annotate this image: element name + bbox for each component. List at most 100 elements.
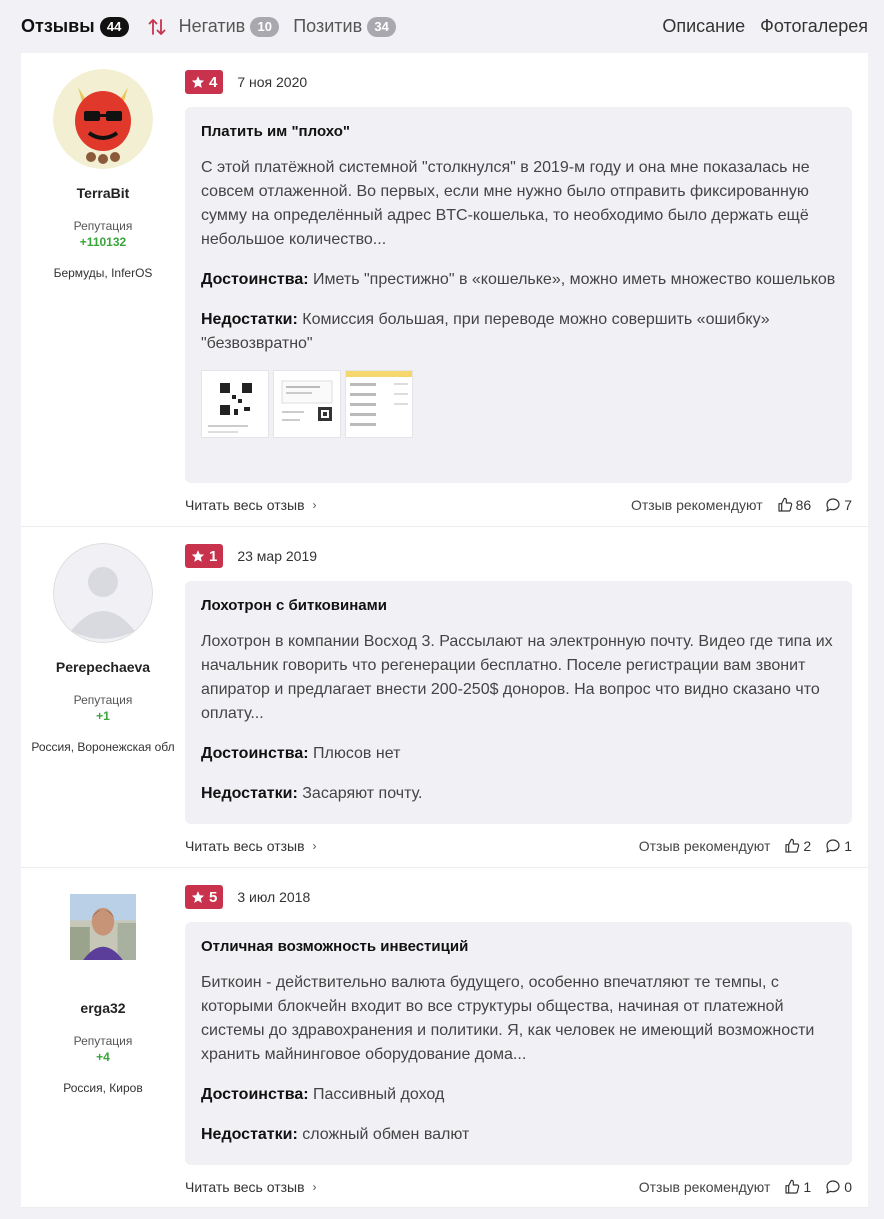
tab-negative[interactable]: Негатив 10: [179, 16, 280, 37]
reputation-label: Репутация: [73, 1034, 133, 1048]
tab-positive-label: Позитив: [293, 16, 363, 36]
reputation-value: +1: [96, 709, 110, 723]
like-count: 86: [795, 497, 812, 513]
cons-text: сложный обмен валют: [302, 1126, 470, 1143]
review-title[interactable]: Отличная возможность инвестиций: [201, 938, 836, 955]
chevron-right-icon: ›: [312, 839, 317, 853]
avatar[interactable]: [53, 69, 153, 169]
review-card[interactable]: Лохотрон с битковинами Лохотрон в компан…: [185, 581, 852, 824]
read-more-link[interactable]: Читать весь отзыв ›: [185, 838, 317, 854]
author-location: Россия, Киров: [63, 1081, 143, 1095]
review-cons: Недостатки: Комиссия большая, при перево…: [201, 308, 836, 356]
thumbs-up-icon: [778, 497, 792, 512]
review-author: ergа32 Репутация +4 Россия, Киров: [21, 868, 185, 1207]
review-text: Лохотрон в компании Восход 3. Рассылают …: [201, 633, 833, 722]
chevron-right-icon: ›: [312, 1180, 317, 1194]
photo-thumbnail[interactable]: [345, 370, 413, 438]
tab-negative-label: Негатив: [178, 16, 246, 36]
review-cons: Недостатки: Засаряют почту.: [201, 782, 836, 806]
recommend-label: Отзыв рекомендуют: [638, 838, 771, 854]
reviews-tabbar: Отзывы 44 Негатив 10 Позитив 34 Описание…: [0, 0, 884, 53]
read-more-link[interactable]: Читать весь отзыв ›: [185, 497, 317, 513]
review-cons: Недостатки: сложный обмен валют: [201, 1123, 836, 1147]
read-more-label: Читать весь отзыв: [185, 497, 305, 513]
pros-label: Достоинства:: [201, 271, 309, 288]
comments-button[interactable]: 0: [825, 1179, 852, 1195]
review-item: ergа32 Репутация +4 Россия, Киров 5 3 ию…: [21, 868, 868, 1208]
review-author: Perepechaeva Репутация +1 Россия, Вороне…: [21, 527, 185, 867]
pros-label: Достоинства:: [201, 1086, 309, 1103]
review-pros: Достоинства: Иметь "престижно" в «кошель…: [201, 268, 836, 292]
thumbs-up-icon: [785, 1179, 800, 1194]
comment-count: 1: [844, 838, 852, 854]
pros-text: Иметь "престижно" в «кошельке», можно им…: [313, 271, 836, 288]
like-button[interactable]: 2: [784, 838, 811, 854]
rating-badge: 5: [185, 885, 224, 909]
cons-label: Недостатки:: [201, 311, 298, 328]
tab-description[interactable]: Описание: [662, 16, 745, 37]
username[interactable]: TerraBit: [21, 185, 185, 201]
photo-thumbnail[interactable]: [273, 370, 341, 438]
review-card[interactable]: Отличная возможность инвестиций Биткоин …: [185, 922, 852, 1165]
comment-count: 0: [844, 1179, 852, 1195]
tab-reviews-count: 44: [99, 16, 129, 37]
comment-icon: [826, 1180, 840, 1194]
review-title[interactable]: Платить им "плохо": [201, 123, 836, 140]
comment-icon: [826, 498, 840, 512]
star-icon: [191, 891, 205, 903]
tab-positive[interactable]: Позитив 34: [293, 16, 397, 37]
reviews-list: TerraBit Репутация +110132 Бермуды, Infe…: [21, 53, 868, 1208]
tab-reviews-label: Отзывы: [21, 16, 95, 36]
avatar[interactable]: [61, 894, 145, 960]
review-date: 3 июл 2018: [237, 889, 311, 905]
chevron-right-icon: ›: [312, 498, 317, 512]
reputation-value: +4: [96, 1050, 110, 1064]
review-date: 23 мар 2019: [237, 548, 318, 564]
star-icon: [191, 76, 205, 88]
cons-label: Недостатки:: [201, 785, 298, 802]
review-footer: Читать весь отзыв › Отзыв рекомендуют 86 …: [185, 483, 852, 527]
comments-button[interactable]: 7: [825, 497, 852, 513]
review-content: 4 7 ноя 2020 Платить им "плохо" С этой п…: [185, 53, 868, 526]
review-text: Биткоин - действительно валюта будущего,…: [201, 974, 815, 1063]
recommend-label: Отзыв рекомендуют: [630, 497, 763, 513]
like-count: 2: [803, 838, 812, 854]
tab-positive-count: 34: [367, 16, 397, 37]
avatar[interactable]: [53, 543, 153, 643]
tab-negative-count: 10: [250, 16, 280, 37]
review-photos: [201, 370, 836, 438]
review-title[interactable]: Лохотрон с битковинами: [201, 597, 836, 614]
tab-reviews[interactable]: Отзывы 44: [21, 16, 129, 37]
tab-gallery[interactable]: Фотогалерея: [760, 16, 868, 37]
like-button[interactable]: 86: [777, 497, 812, 513]
reputation-label: Репутация: [73, 219, 133, 233]
username[interactable]: ergа32: [21, 1000, 185, 1016]
reputation-value: +110132: [79, 235, 127, 249]
star-icon: [191, 550, 205, 562]
like-button[interactable]: 1: [784, 1179, 811, 1195]
pros-text: Пассивный доход: [313, 1086, 445, 1103]
review-content: 1 23 мар 2019 Лохотрон с битковинами Лох…: [185, 527, 868, 867]
read-more-link[interactable]: Читать весь отзыв ›: [185, 1179, 317, 1195]
reputation-label: Репутация: [73, 693, 133, 707]
review-footer: Читать весь отзыв › Отзыв рекомендуют 1 0: [185, 1165, 852, 1209]
rating-value: 4: [209, 73, 218, 91]
pros-label: Достоинства:: [201, 745, 309, 762]
pros-text: Плюсов нет: [313, 745, 401, 762]
sort-icon[interactable]: [147, 17, 167, 37]
review-pros: Достоинства: Пассивный доход: [201, 1083, 836, 1107]
thumbs-up-icon: [785, 838, 800, 853]
username[interactable]: Perepechaeva: [21, 659, 185, 675]
author-location: Россия, Воронежская обл: [31, 740, 175, 754]
photo-thumbnail[interactable]: [201, 370, 269, 438]
review-item: Perepechaeva Репутация +1 Россия, Вороне…: [21, 527, 868, 868]
author-location: Бермуды, InferOS: [53, 266, 153, 280]
review-footer: Читать весь отзыв › Отзыв рекомендуют 2 1: [185, 824, 852, 868]
comment-count: 7: [844, 497, 852, 513]
review-card[interactable]: Платить им "плохо" С этой платёжной сист…: [185, 107, 852, 483]
comments-button[interactable]: 1: [825, 838, 852, 854]
rating-value: 1: [209, 547, 218, 565]
review-content: 5 3 июл 2018 Отличная возможность инвест…: [185, 868, 868, 1207]
read-more-label: Читать весь отзыв: [185, 1179, 305, 1195]
review-text: С этой платёжной системной "столкнулся" …: [201, 159, 810, 248]
